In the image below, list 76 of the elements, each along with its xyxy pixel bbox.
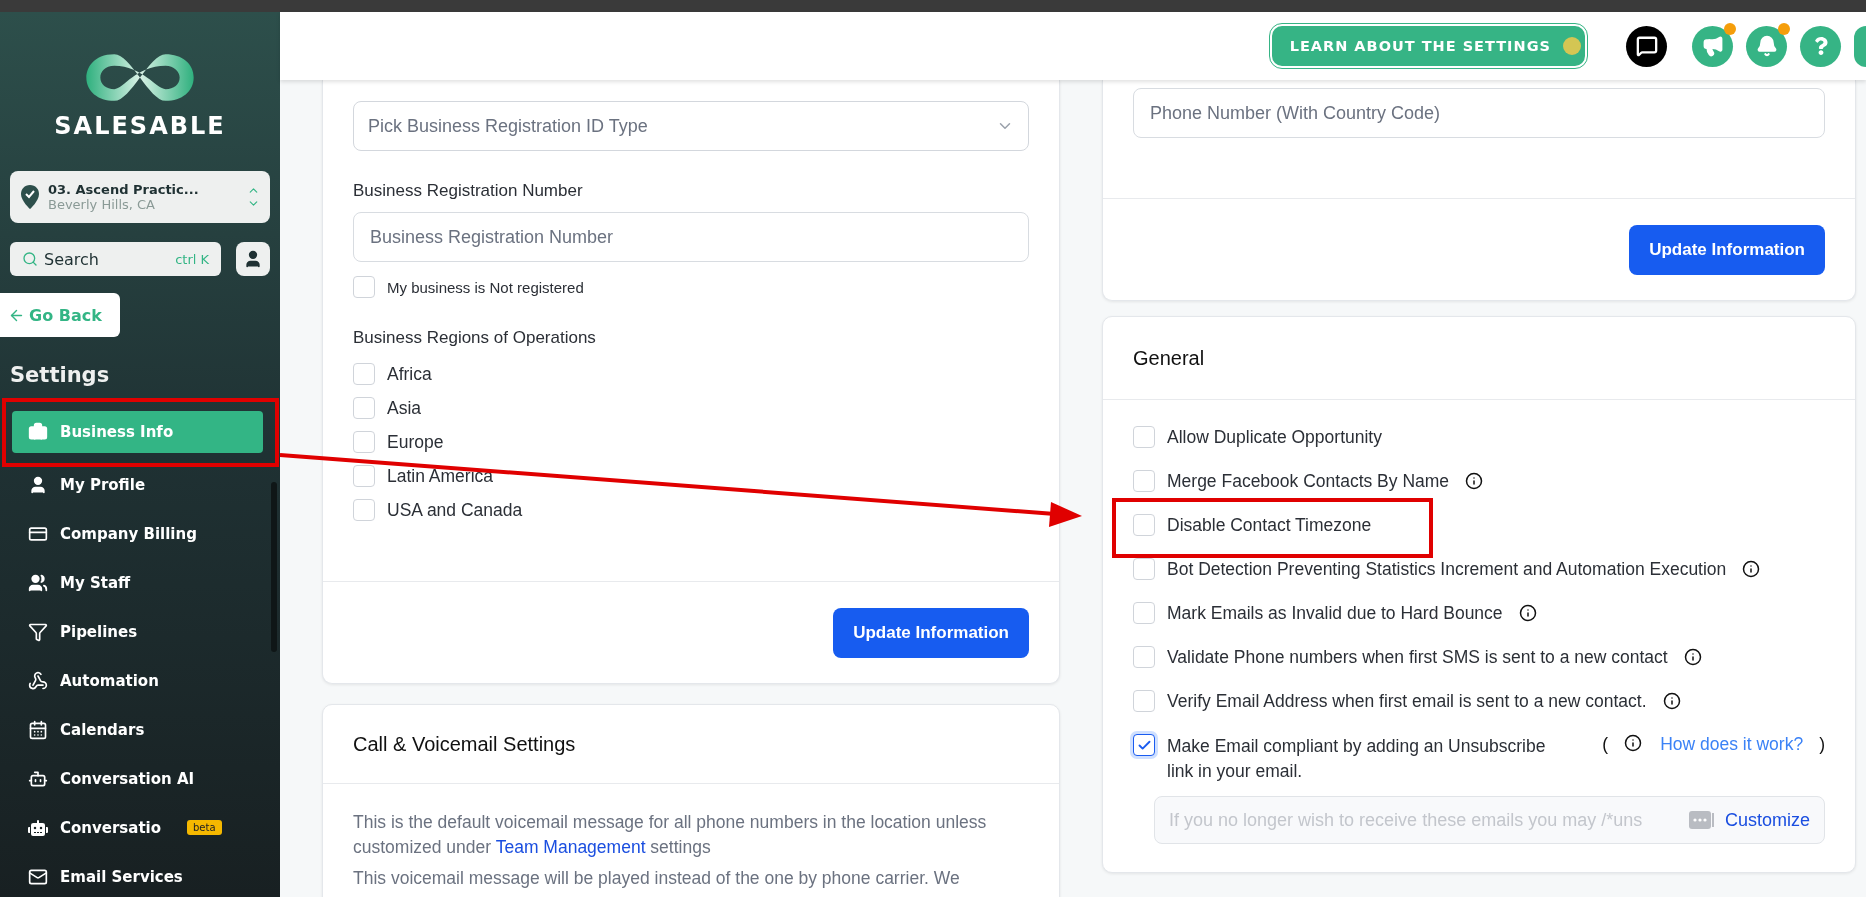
section-title: Settings [10,363,111,387]
info-icon[interactable] [1518,604,1537,622]
checkbox-label: Mark Emails as Invalid due to Hard Bounce [1167,602,1503,624]
location-name: 03. Ascend Practic... [48,182,200,197]
beta-badge: beta [187,820,222,835]
info-icon[interactable] [1742,560,1761,578]
robot-icon [28,817,48,838]
checkbox-label: USA and Canada [387,499,523,521]
field-label: Business Registration Number [353,181,584,201]
sidebar-item[interactable]: Conversatio beta [12,803,263,852]
search-icon [22,251,38,267]
sidebar-item[interactable]: Automation [12,656,263,705]
team-management-link[interactable]: Team Management [495,837,646,857]
voicemail-note: This voicemail message will be played instead of the one by phone carrier. We [353,867,961,890]
checkbox-label: Bot Detection Preventing Statistics Increment and Automation Execution [1167,558,1727,580]
voicemail-description: This is the default voicemail message for all phone numbers in the location unless customized under Team Management settings [353,811,988,859]
info-icon[interactable] [1624,734,1643,752]
checkbox-label: Asia [387,397,422,419]
chat-button[interactable] [1626,25,1667,67]
notifications-button[interactable] [1746,25,1787,67]
menu-icon [28,719,48,740]
phone-number-field[interactable]: Phone Number (With Country Code) [1133,88,1825,138]
info-icon[interactable] [1465,472,1484,490]
how-does-it-work-link[interactable]: How does it work? [1660,734,1804,755]
card-title: Call & Voicemail Settings [353,732,576,756]
checkbox-label: Merge Facebook Contacts By Name [1167,470,1450,492]
update-information-button[interactable]: Update Information [1629,225,1825,275]
search-placeholder: Search [44,249,99,269]
scrollbar[interactable] [271,482,277,652]
checkbox-label: Verify Email Address when first email is sent to a new contact. [1167,690,1647,712]
update-information-button[interactable]: Update Information [833,608,1029,658]
field-label: Business Regions of Operations [353,328,597,348]
sidebar-item[interactable]: Pipelines [12,607,263,656]
search-field[interactable]: Search ctrl K [10,242,221,276]
menu-icon [28,474,48,495]
bell-icon [1755,35,1778,57]
checkbox-label: Disable Contact Timezone [1167,514,1372,536]
user-avatar-button[interactable] [236,242,270,276]
menu-icon [28,422,48,442]
sidebar-item[interactable]: Calendars [12,705,263,754]
help-button[interactable] [1800,25,1841,67]
parenthesis: ( [1602,734,1609,755]
keyboard-shortcut: ctrl K [175,251,209,267]
parenthesis: ) [1819,734,1825,755]
sidebar-item[interactable]: My Staff [12,558,263,607]
checkbox-label: Europe [387,431,444,453]
id-type-dropdown[interactable]: Pick Business Registration ID Type [353,101,1029,151]
header-button[interactable] [1854,25,1866,67]
location-pin-icon [20,184,40,210]
customize-button[interactable]: Customize [1724,809,1810,831]
info-icon[interactable] [1662,692,1681,710]
announcements-button[interactable] [1692,25,1733,67]
checkbox-label: Latin America [387,465,494,487]
user-icon [243,249,263,269]
snippet-icon [1688,809,1715,831]
checkbox-label: Validate Phone numbers when first SMS is sent to a new contact [1167,646,1668,668]
sidebar-item[interactable]: Email Services [12,852,263,897]
menu-icon [28,572,48,593]
brand-name: SALESABLE [54,112,226,140]
registration-number-field[interactable]: Business Registration Number [353,212,1029,262]
info-icon[interactable] [1683,648,1702,666]
checkbox-label: Make Email compliant by adding an Unsubscribe link in your email. [1167,735,1547,783]
sidebar-item[interactable]: My Profile [12,460,263,509]
location-switcher[interactable]: 03. Ascend Practic... Beverly Hills, CA [10,171,270,223]
megaphone-icon [1701,35,1724,57]
menu-icon [28,670,48,691]
sidebar-item[interactable]: Conversation AI [12,754,263,803]
checkbox[interactable] [1133,734,1155,756]
checkbox-label: My business is Not registered [387,278,584,296]
card-title: General [1133,346,1205,370]
location-city: Beverly Hills, CA [48,197,156,212]
sidebar-item[interactable]: Company Billing [12,509,263,558]
checkbox-label: Allow Duplicate Opportunity [1167,426,1382,448]
menu-icon [28,621,48,642]
checkbox-label: Africa [387,363,432,385]
chat-bubble-icon [1635,35,1658,57]
